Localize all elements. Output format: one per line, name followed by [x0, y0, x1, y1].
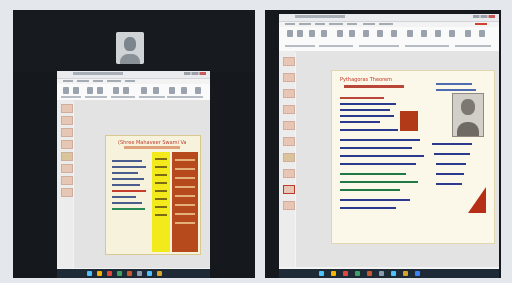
window-title — [73, 72, 123, 75]
shared-screen-right: Pythagoras Theorem — [279, 14, 499, 276]
right-triangle-shape — [468, 187, 486, 213]
window-controls[interactable] — [184, 72, 206, 75]
slide-red-column — [172, 152, 198, 252]
pythagoras-portrait — [452, 93, 484, 137]
taskbar — [57, 269, 210, 278]
slide-thumbnails[interactable] — [279, 51, 295, 267]
slide-yellow-column — [152, 152, 170, 252]
window-controls[interactable] — [473, 15, 495, 18]
participant-tile-left[interactable]: (Shree Mahaveer Swami Vani Lekhan) — [13, 10, 255, 278]
slide-subheading-bar — [344, 85, 404, 88]
ribbon-toolbar[interactable] — [57, 84, 210, 101]
video-call-layout: (Shree Mahaveer Swami Vani Lekhan) — [0, 0, 512, 283]
slide-subtitle-bar — [124, 146, 180, 149]
slide-heading: Pythagoras Theorem — [340, 77, 392, 83]
slide-thumbnails[interactable] — [57, 100, 73, 268]
window-title — [295, 15, 345, 18]
shared-screen-left: (Shree Mahaveer Swami Vani Lekhan) — [57, 71, 210, 275]
window-titlebar — [279, 14, 499, 22]
current-slide: Pythagoras Theorem — [331, 70, 495, 244]
participant-avatar — [116, 32, 144, 64]
ribbon-toolbar[interactable] — [279, 27, 499, 52]
camera-view — [13, 10, 255, 72]
participant-tile-right[interactable]: Pythagoras Theorem — [265, 10, 501, 278]
taskbar — [279, 269, 499, 278]
slide-red-box — [400, 111, 418, 131]
window-titlebar — [57, 71, 210, 79]
current-slide: (Shree Mahaveer Swami Vani Lekhan) — [105, 135, 201, 255]
slide-text-column — [112, 156, 148, 246]
